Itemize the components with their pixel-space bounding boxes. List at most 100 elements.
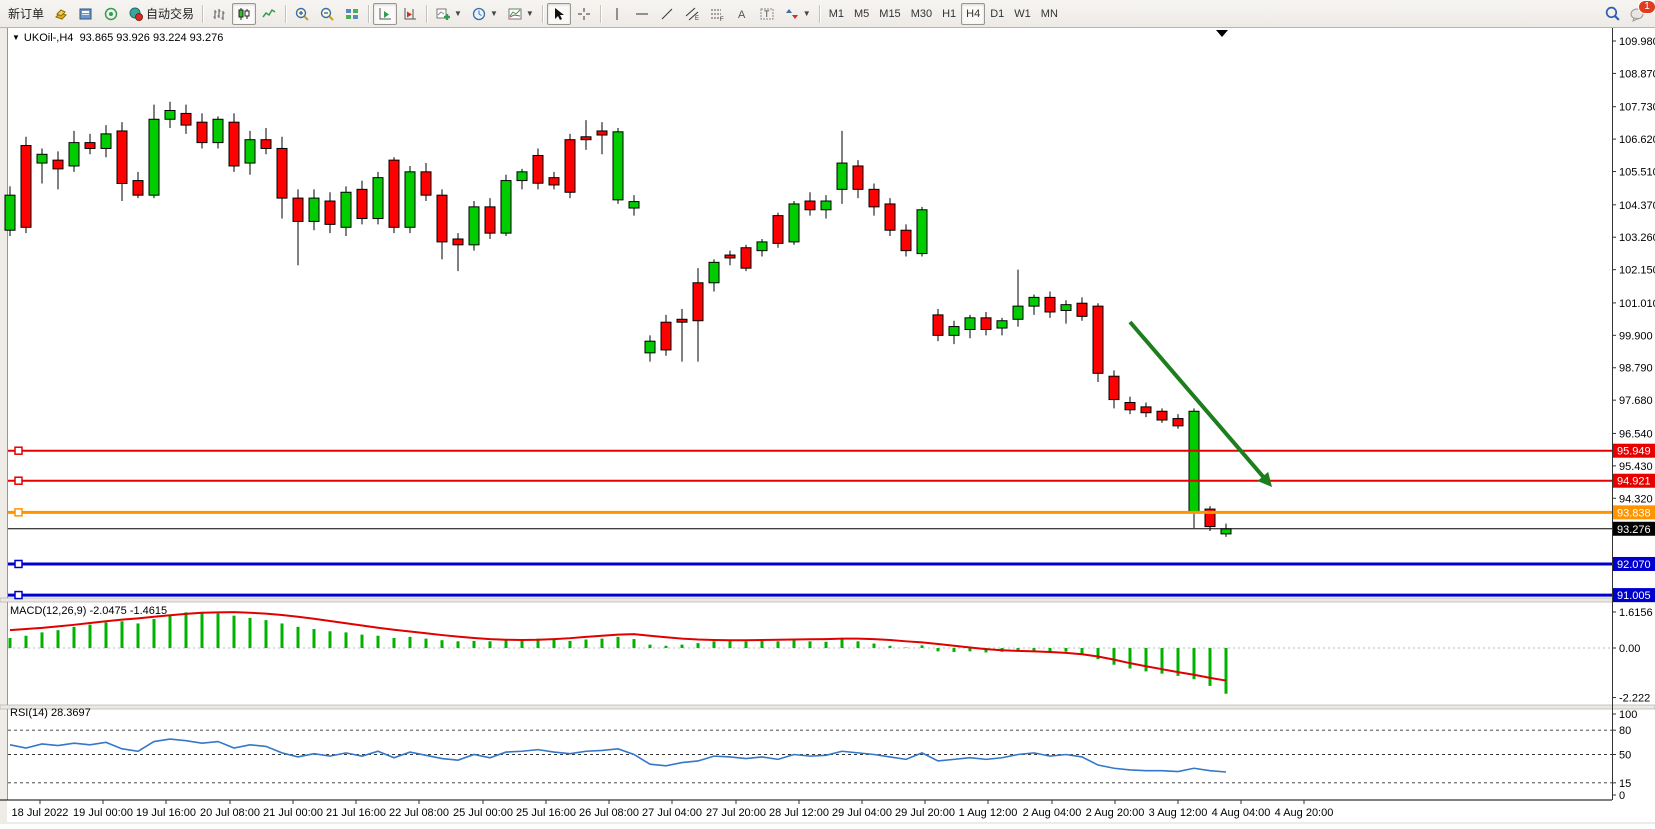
svg-text:2 Aug 04:00: 2 Aug 04:00	[1023, 807, 1082, 819]
svg-text:109.980: 109.980	[1619, 36, 1655, 48]
svg-text:27 Jul 20:00: 27 Jul 20:00	[706, 807, 766, 819]
svg-text:92.070: 92.070	[1617, 559, 1651, 571]
chart-title: ▼ UKOil-,H4 93.865 93.926 93.224 93.276	[12, 32, 223, 44]
svg-text:95.949: 95.949	[1617, 446, 1651, 458]
text-icon[interactable]: A	[730, 3, 754, 25]
svg-text:1.6156: 1.6156	[1619, 607, 1653, 619]
svg-text:F: F	[720, 17, 724, 22]
svg-text:95.430: 95.430	[1619, 461, 1653, 473]
text-label-icon[interactable]: T	[755, 3, 779, 25]
crosshair-icon[interactable]	[572, 3, 596, 25]
navigator-icon[interactable]	[99, 3, 123, 25]
svg-text:50: 50	[1619, 750, 1631, 762]
svg-text:29 Jul 04:00: 29 Jul 04:00	[832, 807, 892, 819]
timeframe-m5[interactable]: M5	[849, 3, 874, 25]
templates-icon[interactable]: ▼	[503, 3, 538, 25]
svg-text:101.010: 101.010	[1619, 298, 1655, 310]
toolbar-separator	[199, 3, 206, 25]
chart-shift-icon[interactable]	[398, 3, 422, 25]
trendline-icon[interactable]	[655, 3, 679, 25]
auto-trading-label: 自动交易	[146, 5, 194, 22]
cursor-icon[interactable]	[547, 3, 571, 25]
tile-windows-icon[interactable]	[340, 3, 364, 25]
timeframe-m1[interactable]: M1	[824, 3, 849, 25]
svg-text:21 Jul 16:00: 21 Jul 16:00	[326, 807, 386, 819]
new-chart-icon[interactable]: ▼	[431, 3, 466, 25]
bar-chart-icon[interactable]	[207, 3, 231, 25]
svg-text:93.276: 93.276	[1617, 524, 1651, 536]
svg-text:91.005: 91.005	[1617, 590, 1651, 602]
macd-indicator-label: MACD(12,26,9) -2.0475 -1.4615	[10, 605, 167, 617]
equidistant-channel-icon[interactable]: E	[680, 3, 704, 25]
svg-text:98.790: 98.790	[1619, 363, 1653, 375]
svg-text:19 Jul 16:00: 19 Jul 16:00	[136, 807, 196, 819]
vertical-line-icon[interactable]	[605, 3, 629, 25]
horizontal-line-icon[interactable]	[630, 3, 654, 25]
svg-text:105.510: 105.510	[1619, 167, 1655, 179]
toolbar: 新订单 自动交易	[0, 0, 1655, 28]
svg-text:99.900: 99.900	[1619, 330, 1653, 342]
svg-text:100: 100	[1619, 709, 1637, 721]
zoom-out-icon[interactable]	[315, 3, 339, 25]
auto-scroll-icon[interactable]	[373, 3, 397, 25]
timeframes-clock-icon[interactable]: ▼	[467, 3, 502, 25]
svg-text:107.730: 107.730	[1619, 102, 1655, 114]
svg-text:4 Aug 20:00: 4 Aug 20:00	[1275, 807, 1334, 819]
rsi-indicator-label: RSI(14) 28.3697	[10, 707, 91, 719]
toolbar-separator	[282, 3, 289, 25]
svg-text:93.838: 93.838	[1617, 507, 1651, 519]
chevron-down-icon: ▼	[490, 9, 498, 18]
new-order-button[interactable]: 新订单	[4, 3, 48, 25]
svg-text:25 Jul 16:00: 25 Jul 16:00	[516, 807, 576, 819]
chart-menu-icon[interactable]: ▼	[12, 33, 20, 42]
svg-text:0.00: 0.00	[1619, 643, 1640, 655]
timeframe-mn[interactable]: MN	[1036, 3, 1063, 25]
svg-text:94.320: 94.320	[1619, 493, 1653, 505]
svg-text:A: A	[738, 9, 746, 21]
toolbar-separator	[539, 3, 546, 25]
data-window-icon[interactable]	[74, 3, 98, 25]
ohlc-values: 93.865 93.926 93.224 93.276	[80, 32, 224, 44]
toolbar-separator	[365, 3, 372, 25]
toolbar-separator	[597, 3, 604, 25]
zoom-in-icon[interactable]	[290, 3, 314, 25]
svg-text:E: E	[695, 16, 699, 22]
arrows-icon[interactable]: ▼	[780, 3, 815, 25]
line-chart-icon[interactable]	[257, 3, 281, 25]
svg-text:29 Jul 20:00: 29 Jul 20:00	[895, 807, 955, 819]
chevron-down-icon: ▼	[454, 9, 462, 18]
svg-text:104.370: 104.370	[1619, 200, 1655, 212]
symbol-period-label: UKOil-,H4	[24, 32, 74, 44]
svg-text:106.620: 106.620	[1619, 134, 1655, 146]
search-icon[interactable]	[1600, 3, 1625, 25]
svg-text:94.921: 94.921	[1617, 476, 1651, 488]
svg-text:80: 80	[1619, 725, 1631, 737]
svg-text:18 Jul 2022: 18 Jul 2022	[12, 807, 69, 819]
candlestick-chart-icon[interactable]	[232, 3, 256, 25]
price-axis[interactable]: 109.980 108.870 107.730 106.620 105.510 104.3…	[1612, 36, 1655, 505]
auto-trading-button[interactable]: 自动交易	[124, 3, 198, 25]
svg-text:108.870: 108.870	[1619, 68, 1655, 80]
fibonacci-icon[interactable]: F	[705, 3, 729, 25]
timeframe-m15[interactable]: M15	[874, 3, 905, 25]
timeframe-h4[interactable]: H4	[961, 3, 985, 25]
chart-window: 109.980 108.870 107.730 106.620 105.510 104.3…	[0, 28, 1655, 824]
timeframe-w1[interactable]: W1	[1009, 3, 1036, 25]
timeframe-d1[interactable]: D1	[985, 3, 1009, 25]
svg-text:102.150: 102.150	[1619, 265, 1655, 277]
timeframe-m30[interactable]: M30	[906, 3, 937, 25]
svg-text:97.680: 97.680	[1619, 395, 1653, 407]
svg-text:3 Aug 12:00: 3 Aug 12:00	[1149, 807, 1208, 819]
timeframe-buttons: M1M5M15M30H1H4D1W1MN	[824, 3, 1063, 25]
price-chart[interactable]: 109.980 108.870 107.730 106.620 105.510 104.3…	[0, 28, 1655, 824]
svg-text:96.540: 96.540	[1619, 428, 1653, 440]
svg-text:20 Jul 08:00: 20 Jul 08:00	[200, 807, 260, 819]
svg-text:-2.222: -2.222	[1619, 693, 1650, 705]
timeframe-h1[interactable]: H1	[937, 3, 961, 25]
svg-text:4 Aug 04:00: 4 Aug 04:00	[1212, 807, 1271, 819]
market-watch-icon[interactable]	[49, 3, 73, 25]
toolbar-separator	[423, 3, 430, 25]
svg-text:25 Jul 00:00: 25 Jul 00:00	[453, 807, 513, 819]
notifications-icon[interactable]: 1	[1625, 3, 1651, 25]
svg-text:2 Aug 20:00: 2 Aug 20:00	[1086, 807, 1145, 819]
